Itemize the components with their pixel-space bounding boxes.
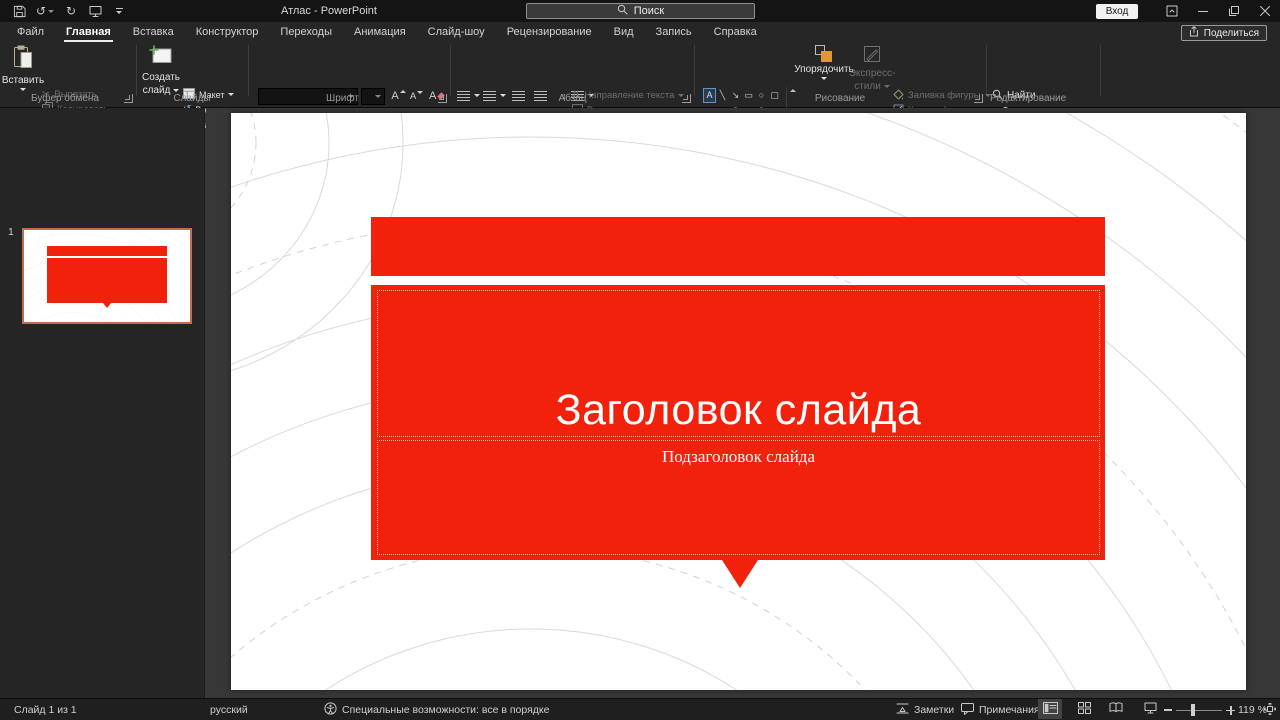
zoom-slider-thumb[interactable] <box>1191 704 1195 716</box>
status-bar: Слайд 1 из 1 русский Специальные возможн… <box>0 698 1280 720</box>
language-indicator[interactable]: русский <box>210 699 248 720</box>
arrange-button[interactable]: Упорядочить <box>798 45 850 80</box>
quick-styles-button[interactable]: Экспресс- стили <box>850 45 894 92</box>
title-band-shape[interactable] <box>371 217 1105 276</box>
thumbnail-title-band <box>47 246 167 256</box>
notes-icon <box>896 703 909 717</box>
zoom-in-button[interactable] <box>1226 699 1235 720</box>
share-icon <box>1189 26 1199 40</box>
minus-icon <box>1164 709 1172 711</box>
normal-view-icon <box>1043 702 1058 717</box>
redo-icon[interactable]: ↻ <box>64 3 78 19</box>
drawing-dialog-launcher-icon[interactable] <box>974 94 983 103</box>
ribbon: Вставить ✂ Вырезать Копировать Формат по… <box>0 42 1280 108</box>
quick-styles-icon <box>863 45 882 66</box>
start-slideshow-icon[interactable] <box>88 3 102 19</box>
callout-pointer-shape[interactable] <box>722 560 758 588</box>
tab-transitions[interactable]: Переходы <box>269 22 343 42</box>
tab-home[interactable]: Главная <box>55 22 122 42</box>
reading-view-icon <box>1109 702 1123 716</box>
paragraph-dialog-launcher-icon[interactable] <box>682 94 691 103</box>
plus-icon <box>1226 706 1235 715</box>
accessibility-status[interactable]: Специальные возможности: все в порядке <box>324 699 549 720</box>
font-dialog-launcher-icon[interactable] <box>438 94 447 103</box>
window-title: Атлас - PowerPoint <box>281 0 377 22</box>
slide-subtitle-text: Подзаголовок слайда <box>662 447 815 466</box>
slide-sorter-icon <box>1078 702 1091 717</box>
view-reading-button[interactable] <box>1104 699 1128 719</box>
save-icon[interactable] <box>12 3 26 19</box>
tab-design[interactable]: Конструктор <box>185 22 270 42</box>
gallery-up-icon[interactable] <box>790 89 796 92</box>
subtitle-placeholder[interactable]: Подзаголовок слайда <box>377 440 1100 555</box>
share-button[interactable]: Поделиться <box>1181 25 1267 41</box>
search-icon <box>617 4 628 18</box>
slide-title-text: Заголовок слайда <box>556 387 922 434</box>
quick-styles-dropdown-icon <box>884 85 890 88</box>
font-group-label: Шрифт <box>250 93 435 104</box>
paste-dropdown-icon <box>20 88 26 91</box>
search-placeholder: Поиск <box>634 5 664 17</box>
undo-icon[interactable]: ↺ <box>36 3 54 19</box>
tab-record[interactable]: Запись <box>645 22 703 42</box>
tab-slideshow[interactable]: Слайд-шоу <box>417 22 496 42</box>
slideshow-view-icon <box>1144 702 1157 717</box>
tab-insert[interactable]: Вставка <box>122 22 185 42</box>
fit-slide-to-window-button[interactable] <box>1264 699 1276 720</box>
comments-button[interactable]: Примечания <box>961 699 1040 720</box>
tab-file[interactable]: Файл <box>6 22 55 42</box>
tab-animations[interactable]: Анимация <box>343 22 417 42</box>
notes-button[interactable]: Заметки <box>896 699 954 720</box>
new-slide-icon <box>149 45 173 70</box>
thumbnail-pointer <box>103 303 111 308</box>
sign-in-button[interactable]: Вход <box>1096 4 1138 19</box>
slides-group-label: Слайды <box>138 93 246 104</box>
maximize-icon[interactable] <box>1218 0 1249 22</box>
new-slide-dropdown-icon <box>173 89 179 92</box>
clipboard-dialog-launcher-icon[interactable] <box>124 94 133 103</box>
drawing-group-label: Рисование <box>700 93 980 104</box>
new-slide-button[interactable]: Создать слайд <box>142 45 180 96</box>
view-slide-sorter-button[interactable] <box>1072 699 1096 719</box>
close-icon[interactable] <box>1249 0 1280 22</box>
paste-button[interactable]: Вставить <box>7 45 39 91</box>
zoom-out-button[interactable] <box>1164 699 1172 720</box>
content-block-shape[interactable]: Заголовок слайда Подзаголовок слайда <box>371 285 1105 560</box>
search-input[interactable]: Поиск <box>526 3 755 19</box>
tab-help[interactable]: Справка <box>703 22 768 42</box>
arrange-dropdown-icon <box>821 77 827 80</box>
zoom-slider-track[interactable] <box>1176 710 1222 712</box>
thumbnail-body-block <box>47 258 167 303</box>
clipboard-icon <box>13 45 33 73</box>
minimize-icon[interactable] <box>1187 0 1218 22</box>
view-normal-button[interactable] <box>1038 699 1062 719</box>
slide-editing-area[interactable]: Заголовок слайда Подзаголовок слайда <box>231 113 1246 690</box>
quick-access-toolbar: ↺ ↻ <box>12 0 126 22</box>
comments-icon <box>961 703 974 718</box>
ribbon-display-options-icon[interactable] <box>1156 0 1187 22</box>
zoom-slider[interactable] <box>1176 699 1222 720</box>
tab-view[interactable]: Вид <box>603 22 645 42</box>
ribbon-tab-bar: Файл Главная Вставка Конструктор Переход… <box>0 22 1280 42</box>
titlebar-controls: Вход <box>1096 0 1280 22</box>
editing-group-label: Редактирование <box>990 93 1100 104</box>
slide-thumbnail-panel: 1 <box>0 108 205 698</box>
arrange-icon <box>815 45 833 62</box>
slide-number-label: 1 <box>8 226 14 238</box>
zoom-level[interactable]: 119 % <box>1238 699 1267 720</box>
paragraph-group-label: Абзац <box>455 93 690 104</box>
powerpoint-window: ↺ ↻ Атлас - PowerPoint Поиск Вход Файл Г… <box>0 0 1280 720</box>
clipboard-group-label: Буфер обмена <box>0 93 130 104</box>
fit-to-window-icon <box>1264 703 1276 718</box>
slide-thumbnail[interactable] <box>22 228 192 324</box>
title-bar: ↺ ↻ Атлас - PowerPoint Поиск Вход <box>0 0 1280 22</box>
title-placeholder[interactable]: Заголовок слайда <box>377 290 1100 437</box>
view-slideshow-button[interactable] <box>1138 699 1162 719</box>
tab-review[interactable]: Рецензирование <box>496 22 603 42</box>
customize-qat-icon[interactable] <box>112 3 126 19</box>
accessibility-icon <box>324 702 337 718</box>
editing-canvas: Заголовок слайда Подзаголовок слайда <box>206 108 1280 698</box>
slide-counter[interactable]: Слайд 1 из 1 <box>14 699 77 720</box>
